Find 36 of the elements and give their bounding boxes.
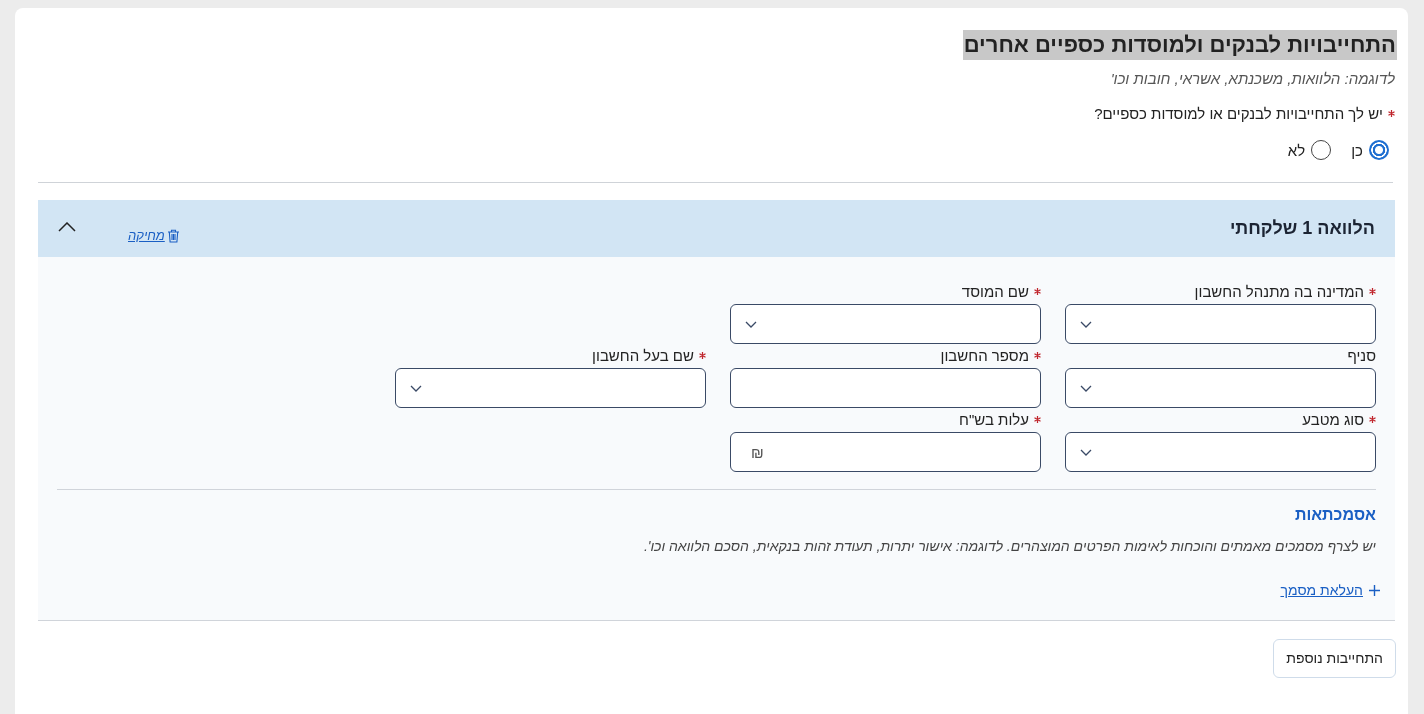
- field-label: עלות בש"ח: [959, 410, 1029, 428]
- chevron-down-icon: [1080, 448, 1092, 456]
- dropdown-field[interactable]: [1065, 304, 1376, 344]
- page-title: התחייבויות לבנקים ולמוסדות כספיים אחרים: [962, 30, 1397, 60]
- input-field[interactable]: [730, 368, 1041, 408]
- upload-link[interactable]: העלאת מסמך: [1280, 582, 1380, 598]
- radio-label[interactable]: לא: [1287, 141, 1306, 159]
- field-label: המדינה בה מתנהל החשבון: [1194, 282, 1364, 300]
- chevron-down-icon: [745, 320, 757, 328]
- field-label: שם המוסד: [961, 282, 1029, 300]
- chevron-icon[interactable]: [58, 221, 76, 232]
- field-label: שם בעל החשבון: [592, 346, 694, 364]
- chevron-down-icon: [1080, 384, 1092, 392]
- section-heading: אסמכתאות: [1294, 506, 1376, 524]
- radio-label[interactable]: כן: [1351, 141, 1363, 159]
- radio-button[interactable]: [1311, 140, 1332, 160]
- dropdown-field[interactable]: [730, 304, 1041, 344]
- dropdown-field[interactable]: [1065, 432, 1376, 472]
- loan-title: הלוואה 1 שלקחתי: [1229, 218, 1375, 239]
- radio-button[interactable]: [1369, 140, 1389, 160]
- add-commitment-button[interactable]: התחייבות נוספת: [1273, 638, 1396, 678]
- chevron-down-icon: [410, 384, 422, 392]
- section-description: יש לצרף מסמכים מאמתים והוכחות לאימות הפרטים המוצהרים. לדוגמה: אישור יתרות, תעודת זהות בנקאית, הסכם הלוואה וכו'.: [642, 538, 1376, 554]
- field-label: סוג מטבע: [1302, 410, 1364, 428]
- trash-icon: [166, 228, 180, 243]
- question-label: יש לך התחייבויות לבנקים או למוסדות כספיים?: [1094, 105, 1383, 122]
- field-label: סניף: [1347, 346, 1376, 364]
- delete-link[interactable]: מחיקה: [128, 228, 180, 243]
- field-label: מספר החשבון: [940, 346, 1029, 364]
- dropdown-field[interactable]: [395, 368, 706, 408]
- chevron-down-icon: [1080, 320, 1092, 328]
- plus-icon: [1369, 584, 1380, 596]
- dropdown-field[interactable]: [1065, 368, 1376, 408]
- page-subtitle: לדוגמה: הלוואות, משכנתא, אשראי, חובות וכו': [1109, 70, 1395, 87]
- input-field[interactable]: ₪: [730, 432, 1041, 472]
- currency-symbol: ₪: [750, 443, 764, 461]
